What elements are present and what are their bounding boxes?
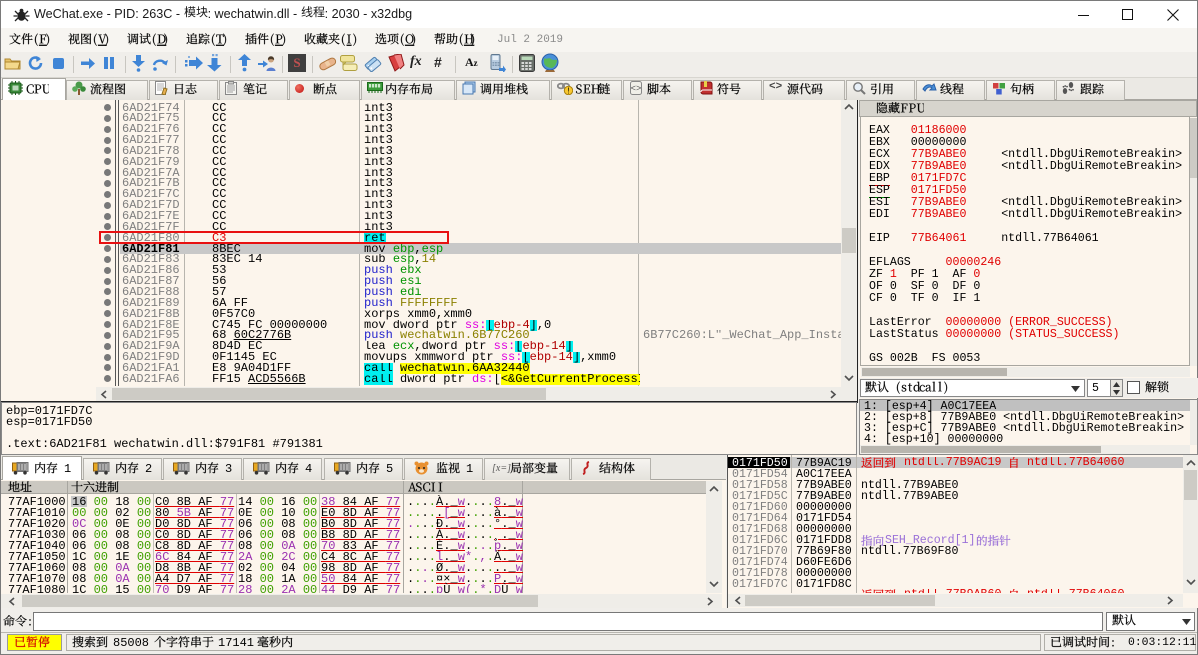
svg-text:<>: <> — [631, 84, 642, 94]
svg-text:!: ! — [567, 86, 569, 95]
